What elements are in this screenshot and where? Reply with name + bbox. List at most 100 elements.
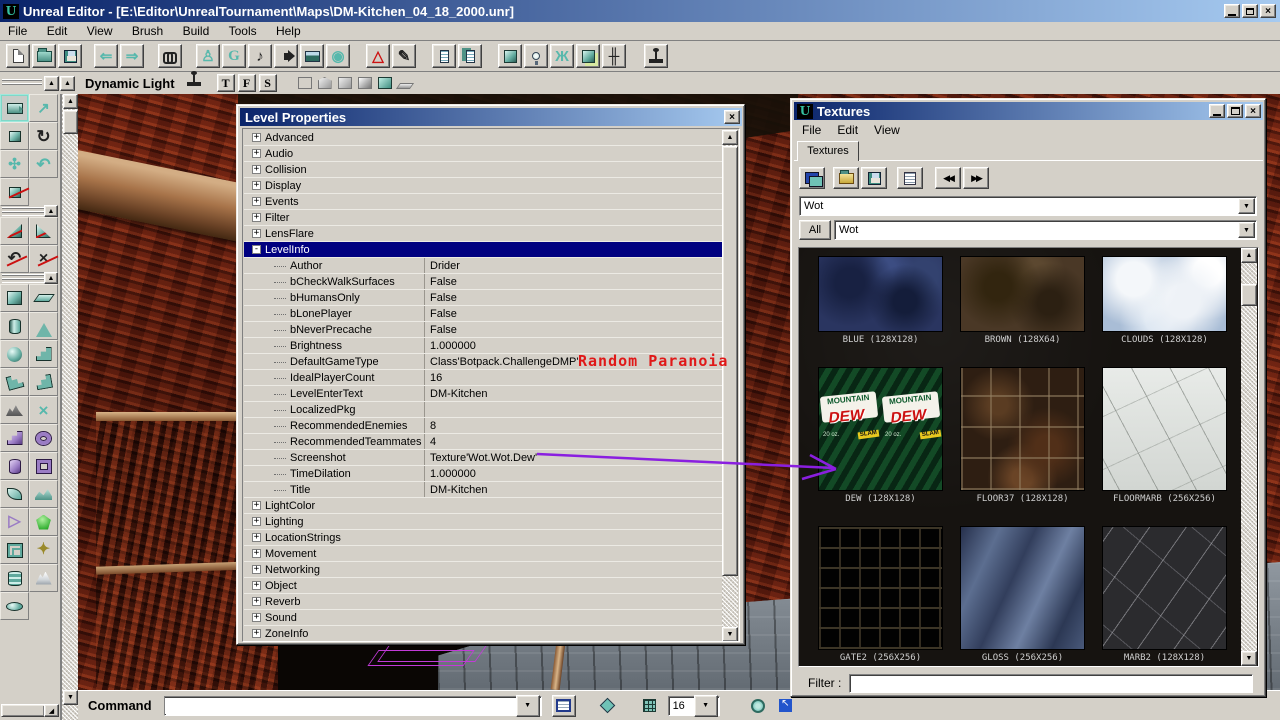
tree-group-audio[interactable]: +Audio <box>244 146 723 162</box>
cone-brush-button[interactable] <box>29 312 58 340</box>
expand-plus-icon[interactable]: + <box>252 149 261 158</box>
brush-scale-button[interactable]: ↶ <box>29 150 58 178</box>
texture-tile-floor37[interactable]: FLOOR37 (128X128) <box>960 367 1085 504</box>
package-select[interactable]: Wot ▼ <box>799 196 1257 216</box>
prop-value[interactable]: False <box>424 322 723 337</box>
brush-move-button[interactable] <box>0 122 29 150</box>
2d-shape-editor-button[interactable]: △ <box>366 44 390 68</box>
grid-size-select[interactable]: 16 ▼ <box>668 696 720 716</box>
tree-group-movement[interactable]: +Movement <box>244 546 723 562</box>
texture-thumbnail-floormarb[interactable] <box>1102 367 1227 491</box>
tree-group-lighting[interactable]: +Lighting <box>244 514 723 530</box>
filter-input[interactable] <box>849 674 1253 693</box>
vscroll-thumb[interactable] <box>63 110 78 134</box>
expand-plus-icon[interactable]: + <box>252 549 261 558</box>
texture-thumbnail-clouds[interactable] <box>1102 256 1227 332</box>
textures-titlebar[interactable]: U Textures × <box>794 102 1263 120</box>
prop-value[interactable]: DM-Kitchen <box>424 482 723 497</box>
play-map-button[interactable] <box>644 44 668 68</box>
tex-scroll-up-button[interactable]: ▲ <box>1241 248 1257 263</box>
scene-manager-button[interactable] <box>300 44 324 68</box>
texture-tile-blue[interactable]: BLUE (128X128) <box>818 256 943 345</box>
prop-value[interactable]: Class'Botpack.ChallengeDMP' <box>424 354 723 369</box>
prop-row-timedilation[interactable]: TimeDilation1.000000 <box>244 466 723 482</box>
expand-plus-icon[interactable]: + <box>252 565 261 574</box>
expand-plus-icon[interactable]: + <box>252 213 261 222</box>
tree-group-levelinfo[interactable]: -LevelInfo <box>244 242 723 258</box>
save-map-button[interactable] <box>58 44 82 68</box>
log-window-button[interactable] <box>552 695 576 717</box>
texture-browser-button[interactable]: ◉ <box>326 44 350 68</box>
texture-tile-gloss[interactable]: GLOSS (256X256) <box>960 526 1085 663</box>
texture-thumbnail-marb2[interactable] <box>1102 526 1227 650</box>
menu-view[interactable]: View <box>79 22 121 40</box>
sound-browser-button[interactable] <box>274 44 298 68</box>
group-browser-button[interactable] <box>458 44 482 68</box>
prop-row-bcheckwalksurfaces[interactable]: bCheckWalkSurfacesFalse <box>244 274 723 290</box>
tree-group-reverb[interactable]: +Reverb <box>244 594 723 610</box>
command-dropdown-icon[interactable]: ▼ <box>516 695 540 717</box>
vertex-editing-button[interactable]: Ж <box>550 44 574 68</box>
prop-value[interactable]: 1.000000 <box>424 338 723 353</box>
prop-row-recommendedenemies[interactable]: RecommendedEnemies8 <box>244 418 723 434</box>
add-special-brush-button[interactable] <box>576 44 600 68</box>
sheets-cross-brush-button[interactable]: × <box>29 396 58 424</box>
tex-scroll-down-button[interactable]: ▼ <box>1241 651 1257 666</box>
section-collapse-button[interactable]: ▲ <box>44 205 58 217</box>
music-browser-button[interactable]: ♪ <box>248 44 272 68</box>
stairs-brush-button[interactable] <box>29 340 58 368</box>
prop-scroll-up-button[interactable]: ▲ <box>722 130 738 145</box>
tex-menu-view[interactable]: View <box>866 121 908 139</box>
top-view-button[interactable]: T <box>217 74 235 92</box>
prop-value[interactable]: DM-Kitchen <box>424 386 723 401</box>
menu-file[interactable]: File <box>0 22 35 40</box>
palette-scroll-up-button[interactable]: ▲ <box>44 76 59 91</box>
level-properties-titlebar[interactable]: Level Properties × <box>240 108 742 126</box>
wireframe-view-icon[interactable] <box>298 77 312 89</box>
prop-row-defaultgametype[interactable]: DefaultGameTypeClass'Botpack.ChallengeDM… <box>244 354 723 370</box>
expand-plus-icon[interactable]: + <box>252 533 261 542</box>
tree-group-advanced[interactable]: +Advanced <box>244 130 723 146</box>
actor-class-browser-button[interactable]: ♙ <box>196 44 220 68</box>
minimize-button[interactable] <box>1224 4 1240 18</box>
texture-thumbnail-brown[interactable] <box>960 256 1085 332</box>
deintersect-brush-button[interactable]: ✦ <box>29 536 58 564</box>
cylinder-brush-button[interactable] <box>0 312 29 340</box>
tree-group-lightcolor[interactable]: +LightColor <box>244 498 723 514</box>
prop-value[interactable] <box>424 402 723 417</box>
expand-plus-icon[interactable]: + <box>252 629 261 638</box>
collapse-minus-icon[interactable]: - <box>252 245 261 254</box>
tex-menu-edit[interactable]: Edit <box>829 121 866 139</box>
undo-button[interactable]: ⇐ <box>94 44 118 68</box>
prop-value[interactable]: Texture'Wot.Wot.Dew' <box>424 450 723 465</box>
search-actor-button[interactable] <box>158 44 182 68</box>
expand-plus-icon[interactable]: + <box>252 597 261 606</box>
prop-row-bhumansonly[interactable]: bHumansOnlyFalse <box>244 290 723 306</box>
menu-edit[interactable]: Edit <box>39 22 76 40</box>
prop-value[interactable]: False <box>424 274 723 289</box>
prop-value[interactable]: False <box>424 290 723 305</box>
textures-minimize-button[interactable] <box>1209 104 1225 118</box>
previous-group-button[interactable]: ◀◀ <box>935 167 961 189</box>
vertex-snap-button[interactable] <box>596 695 620 717</box>
next-group-button[interactable]: ▶▶ <box>963 167 989 189</box>
save-package-button[interactable] <box>861 167 887 189</box>
texture-thumbnail-gloss[interactable] <box>960 526 1085 650</box>
texture-thumbnail-floor37[interactable] <box>960 367 1085 491</box>
prop-value[interactable]: 8 <box>424 418 723 433</box>
mountain-brush-button[interactable] <box>29 564 58 592</box>
prop-scroll-down-button[interactable]: ▼ <box>722 627 738 642</box>
expand-plus-icon[interactable]: + <box>252 229 261 238</box>
tree-group-display[interactable]: +Display <box>244 178 723 194</box>
dodecahedron-brush-button[interactable] <box>29 508 58 536</box>
cylinder-stack-brush-button[interactable] <box>0 564 29 592</box>
texture-tile-dew[interactable]: MOUNTAIN DEW SLAM 20 oz. MOUNTAIN DEW SL… <box>818 367 943 504</box>
sheet-brush-button[interactable] <box>29 284 58 312</box>
ellipse-brush-button[interactable] <box>0 592 29 620</box>
expand-plus-icon[interactable]: + <box>252 501 261 510</box>
viewport-scroll-up-button[interactable]: ▲ <box>60 76 75 91</box>
polys-view-icon[interactable] <box>338 77 352 89</box>
front-view-button[interactable]: F <box>238 74 256 92</box>
stairs2-brush-button[interactable] <box>0 424 29 452</box>
prop-scroll-thumb[interactable] <box>722 146 738 576</box>
